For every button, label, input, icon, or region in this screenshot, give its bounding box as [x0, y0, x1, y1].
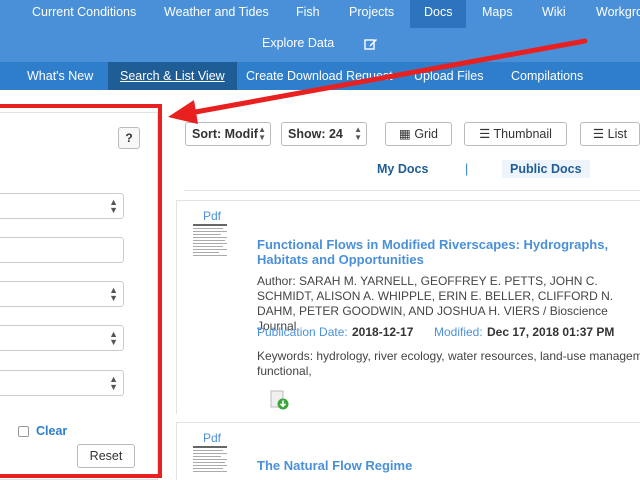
top-navigation: Current Conditions Weather and Tides Fis…	[0, 0, 640, 62]
sort-select[interactable]: Sort: Modif ▲ ▼	[185, 122, 271, 146]
tab-public-docs[interactable]: Public Docs	[502, 160, 590, 178]
sort-select-label: Sort: Modif	[192, 127, 258, 141]
doc-keywords: Keywords: hydrology, river ecology, wate…	[257, 349, 640, 379]
select-arrows-icon: ▲ ▼	[109, 197, 118, 215]
nav-explore-data[interactable]: Explore Data	[262, 36, 334, 50]
clear-link[interactable]: Clear	[36, 424, 67, 438]
doc-title-link[interactable]: Functional Flows in Modified Riverscapes…	[257, 237, 627, 267]
show-select[interactable]: Show: 24 ▲ ▼	[281, 122, 367, 146]
filter-select-1[interactable]: ▲ ▼	[0, 193, 124, 219]
pencil-square-icon[interactable]	[364, 37, 378, 51]
doc-thumbnail[interactable]	[193, 444, 229, 480]
list-view-label: List	[607, 127, 628, 141]
subnav-create-download-request[interactable]: Create Download Request	[246, 62, 393, 90]
grid-view-button[interactable]: ▦ Grid	[385, 122, 452, 146]
publication-date-value: 2018-12-17	[352, 325, 414, 339]
tab-my-docs[interactable]: My Docs	[377, 162, 428, 176]
select-arrows-icon: ▲ ▼	[109, 285, 118, 303]
nav-current-conditions[interactable]: Current Conditions	[32, 0, 136, 28]
filter-input[interactable]	[0, 237, 124, 263]
doc-keywords-line-2: functional,	[257, 364, 312, 378]
doc-type-label: Pdf	[203, 431, 222, 445]
thumbnail-view-button[interactable]: ☰ Thumbnail	[464, 122, 567, 146]
download-file-icon[interactable]	[270, 390, 290, 410]
subnav-whats-new[interactable]: What's New	[27, 62, 93, 90]
doc-thumbnail[interactable]	[193, 222, 229, 262]
filter-select-3[interactable]: ▲ ▼	[0, 325, 124, 351]
select-arrows-icon: ▲ ▼	[258, 125, 266, 142]
select-arrows-icon: ▲ ▼	[109, 374, 118, 392]
publication-date-label: Publication Date:	[257, 325, 348, 339]
thumbnail-view-label: Thumbnail	[493, 127, 552, 141]
clear-checkbox[interactable]	[18, 426, 29, 437]
divider	[184, 190, 640, 191]
reset-button[interactable]: Reset	[77, 444, 135, 468]
subnav-upload-files[interactable]: Upload Files	[414, 62, 483, 90]
top-nav-row-2: Explore Data	[0, 28, 640, 62]
doc-type-label: Pdf	[203, 209, 222, 223]
select-arrows-icon: ▲ ▼	[354, 125, 362, 142]
nav-wiki[interactable]: Wiki	[542, 0, 566, 28]
filter-select-2[interactable]: ▲ ▼	[0, 281, 124, 307]
list-view-button[interactable]: ☰ List	[580, 122, 640, 146]
nav-docs[interactable]: Docs	[410, 0, 467, 28]
show-select-label: Show: 24	[288, 127, 343, 141]
tab-separator: |	[465, 162, 469, 176]
select-arrows-icon: ▲ ▼	[109, 329, 118, 347]
nav-projects[interactable]: Projects	[349, 0, 394, 28]
grid-icon: ▦	[399, 127, 411, 141]
nav-workgroups[interactable]: Workgro	[596, 0, 640, 28]
nav-weather-tides[interactable]: Weather and Tides	[164, 0, 269, 28]
nav-maps[interactable]: Maps	[482, 0, 513, 28]
doc-title-link[interactable]: The Natural Flow Regime	[257, 458, 627, 473]
list-icon: ☰	[592, 127, 605, 141]
top-nav-row: Current Conditions Weather and Tides Fis…	[0, 0, 640, 28]
subnav-search-list-view[interactable]: Search & List View	[108, 62, 237, 90]
grid-view-label: Grid	[414, 127, 438, 141]
filter-select-4[interactable]: ▲ ▼	[0, 370, 124, 396]
nav-fish[interactable]: Fish	[296, 0, 320, 28]
help-button[interactable]: ?	[118, 127, 140, 149]
modified-label: Modified:	[434, 325, 483, 339]
doc-keywords-line-1: Keywords: hydrology, river ecology, wate…	[257, 349, 640, 363]
sub-navigation: What's New Search & List View Create Dow…	[0, 62, 640, 90]
modified-value: Dec 17, 2018 01:37 PM	[487, 325, 615, 339]
subnav-compilations[interactable]: Compilations	[511, 62, 583, 90]
list-bullets-icon: ☰	[479, 127, 491, 141]
